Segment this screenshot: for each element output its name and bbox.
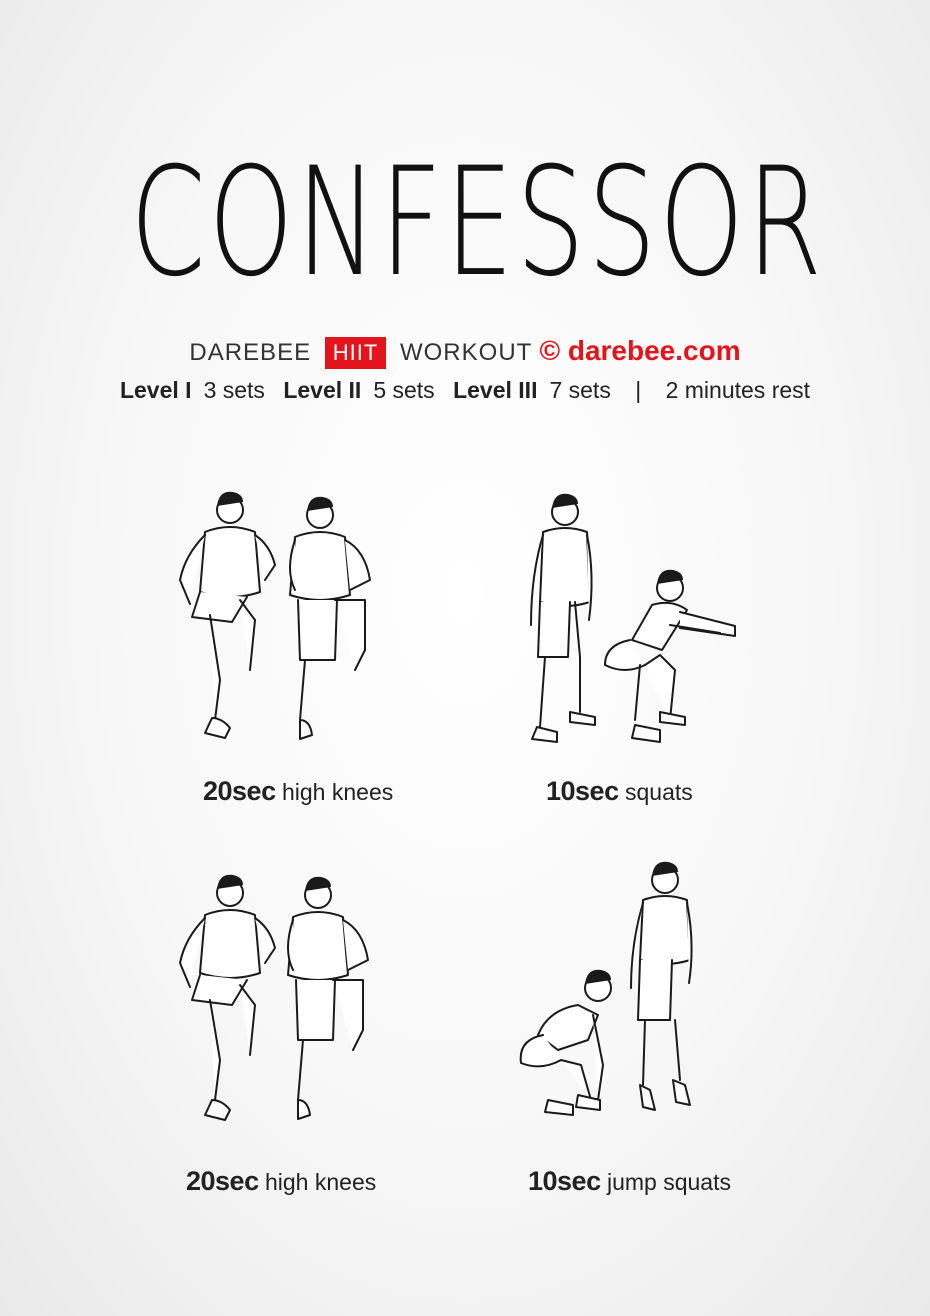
exercise-caption: 10sec jump squats	[528, 1166, 731, 1197]
exercise-duration: 10sec	[528, 1166, 601, 1196]
exercise-name: jump squats	[606, 1169, 731, 1195]
jump-squats-figure-icon	[519, 861, 693, 1116]
